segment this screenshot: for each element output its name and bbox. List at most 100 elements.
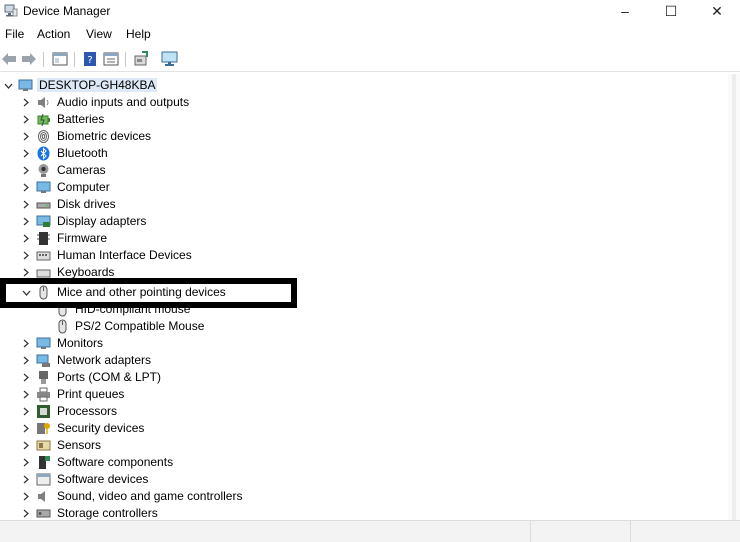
tree-item-label: Storage controllers	[57, 506, 158, 520]
maximize-button[interactable]: ☐	[648, 0, 694, 22]
chevron-right-icon[interactable]	[19, 488, 33, 505]
chevron-right-icon[interactable]	[19, 145, 33, 162]
port-icon	[39, 371, 48, 384]
storage-controller-icon	[36, 509, 51, 518]
tree-item[interactable]: Ports (COM & LPT)	[0, 369, 720, 386]
tree-item-label: Sensors	[57, 438, 102, 452]
chevron-down-icon[interactable]	[1, 77, 15, 94]
status-bar	[0, 520, 740, 542]
tree-item-label: Cameras	[57, 163, 106, 177]
tree-item[interactable]: Software components	[0, 454, 720, 471]
status-pane	[530, 521, 631, 542]
menu-view[interactable]: View	[86, 27, 112, 41]
tree-item-label: Batteries	[57, 112, 105, 126]
monitor-icon	[36, 181, 51, 193]
device-manager-icon	[4, 4, 18, 17]
tree-item[interactable]: Batteries	[0, 111, 720, 128]
chevron-right-icon[interactable]	[19, 196, 33, 213]
display-adapter-icon	[36, 215, 51, 227]
tree-item-label: Processors	[57, 404, 118, 418]
tree-item-label: Human Interface Devices	[57, 248, 192, 262]
tree-item-label: Computer	[57, 180, 110, 194]
tree-item[interactable]: Print queues	[0, 386, 720, 403]
status-pane	[630, 521, 740, 542]
tree-item[interactable]: Sound, video and game controllers	[0, 488, 720, 505]
tree-item[interactable]: Disk drives	[0, 196, 720, 213]
properties-icon[interactable]	[102, 50, 120, 68]
tree-item[interactable]: Firmware	[0, 230, 720, 247]
tree-item[interactable]: Network adapters	[0, 352, 720, 369]
software-device-icon	[36, 473, 51, 486]
tree-item[interactable]: Software devices	[0, 471, 720, 488]
tree-child-item[interactable]: PS/2 Compatible Mouse	[0, 318, 720, 335]
fingerprint-icon	[38, 130, 49, 143]
toolbar: ?	[0, 47, 740, 72]
tree-item[interactable]: Display adapters	[0, 213, 720, 230]
back-icon[interactable]	[0, 50, 18, 68]
computer-icon	[18, 79, 33, 91]
chevron-right-icon[interactable]	[19, 471, 33, 488]
chevron-right-icon[interactable]	[19, 454, 33, 471]
tree-item-label: Audio inputs and outputs	[57, 95, 190, 109]
tree-item-label: Keyboards	[57, 265, 115, 279]
chevron-right-icon[interactable]	[19, 420, 33, 437]
vertical-scrollbar[interactable]	[728, 74, 740, 520]
network-icon	[36, 354, 50, 367]
chevron-right-icon[interactable]	[19, 403, 33, 420]
battery-icon	[37, 113, 50, 127]
chevron-right-icon[interactable]	[19, 505, 33, 520]
tree-item[interactable]: Human Interface Devices	[0, 247, 720, 264]
tree-root[interactable]: DESKTOP-GH48KBA	[0, 77, 720, 94]
tree-item-label: Firmware	[57, 231, 107, 245]
tree-item-label: Security devices	[57, 421, 145, 435]
tree-item[interactable]: Monitors	[0, 335, 720, 352]
chevron-right-icon[interactable]	[19, 128, 33, 145]
tree-item[interactable]: Cameras	[0, 162, 720, 179]
scan-hardware-icon[interactable]	[161, 50, 179, 68]
chevron-right-icon[interactable]	[19, 352, 33, 369]
chevron-right-icon[interactable]	[19, 247, 33, 264]
chevron-right-icon[interactable]	[19, 386, 33, 403]
chevron-right-icon[interactable]	[19, 335, 33, 352]
tree-item[interactable]: Bluetooth	[0, 145, 720, 162]
tree-item-label: Software components	[57, 455, 174, 469]
hid-icon	[36, 251, 51, 261]
speaker-icon	[38, 97, 49, 108]
update-driver-icon[interactable]	[132, 50, 150, 68]
chevron-right-icon[interactable]	[19, 162, 33, 179]
tree-item[interactable]: Audio inputs and outputs	[0, 94, 720, 111]
chevron-right-icon[interactable]	[19, 111, 33, 128]
bluetooth-icon	[37, 146, 50, 161]
show-hide-console-tree-icon[interactable]	[51, 50, 69, 68]
tree-item-label: Disk drives	[57, 197, 116, 211]
tree-item[interactable]: Security devices	[0, 420, 720, 437]
chevron-right-icon[interactable]	[19, 94, 33, 111]
tree-item[interactable]: Computer	[0, 179, 720, 196]
menu-file[interactable]: File	[5, 27, 24, 41]
forward-icon[interactable]	[20, 50, 38, 68]
window-title: Device Manager	[23, 4, 111, 18]
tree-item[interactable]: Sensors	[0, 437, 720, 454]
tree-item-label: Software devices	[57, 472, 149, 486]
minimize-button[interactable]: –	[602, 0, 648, 22]
close-button[interactable]: ✕	[694, 0, 740, 22]
help-icon[interactable]: ?	[81, 50, 99, 68]
tree-child-label: PS/2 Compatible Mouse	[75, 319, 205, 333]
menu-help[interactable]: Help	[126, 27, 151, 41]
chevron-right-icon[interactable]	[19, 230, 33, 247]
title-bar: Device Manager – ☐ ✕	[0, 0, 740, 22]
menu-action[interactable]: Action	[37, 27, 70, 41]
scrollbar-thumb[interactable]	[732, 74, 736, 520]
disk-drive-icon	[36, 202, 51, 209]
chevron-right-icon[interactable]	[19, 437, 33, 454]
camera-icon	[38, 164, 49, 177]
chevron-right-icon[interactable]	[19, 179, 33, 196]
computer-name: DESKTOP-GH48KBA	[37, 78, 158, 92]
tree-item-label: Ports (COM & LPT)	[57, 370, 162, 384]
tree-item[interactable]: Storage controllers	[0, 505, 720, 520]
sound-icon	[38, 491, 45, 502]
chevron-right-icon[interactable]	[19, 213, 33, 230]
tree-item[interactable]: Processors	[0, 403, 720, 420]
tree-item[interactable]: Biometric devices	[0, 128, 720, 145]
chevron-right-icon[interactable]	[19, 369, 33, 386]
